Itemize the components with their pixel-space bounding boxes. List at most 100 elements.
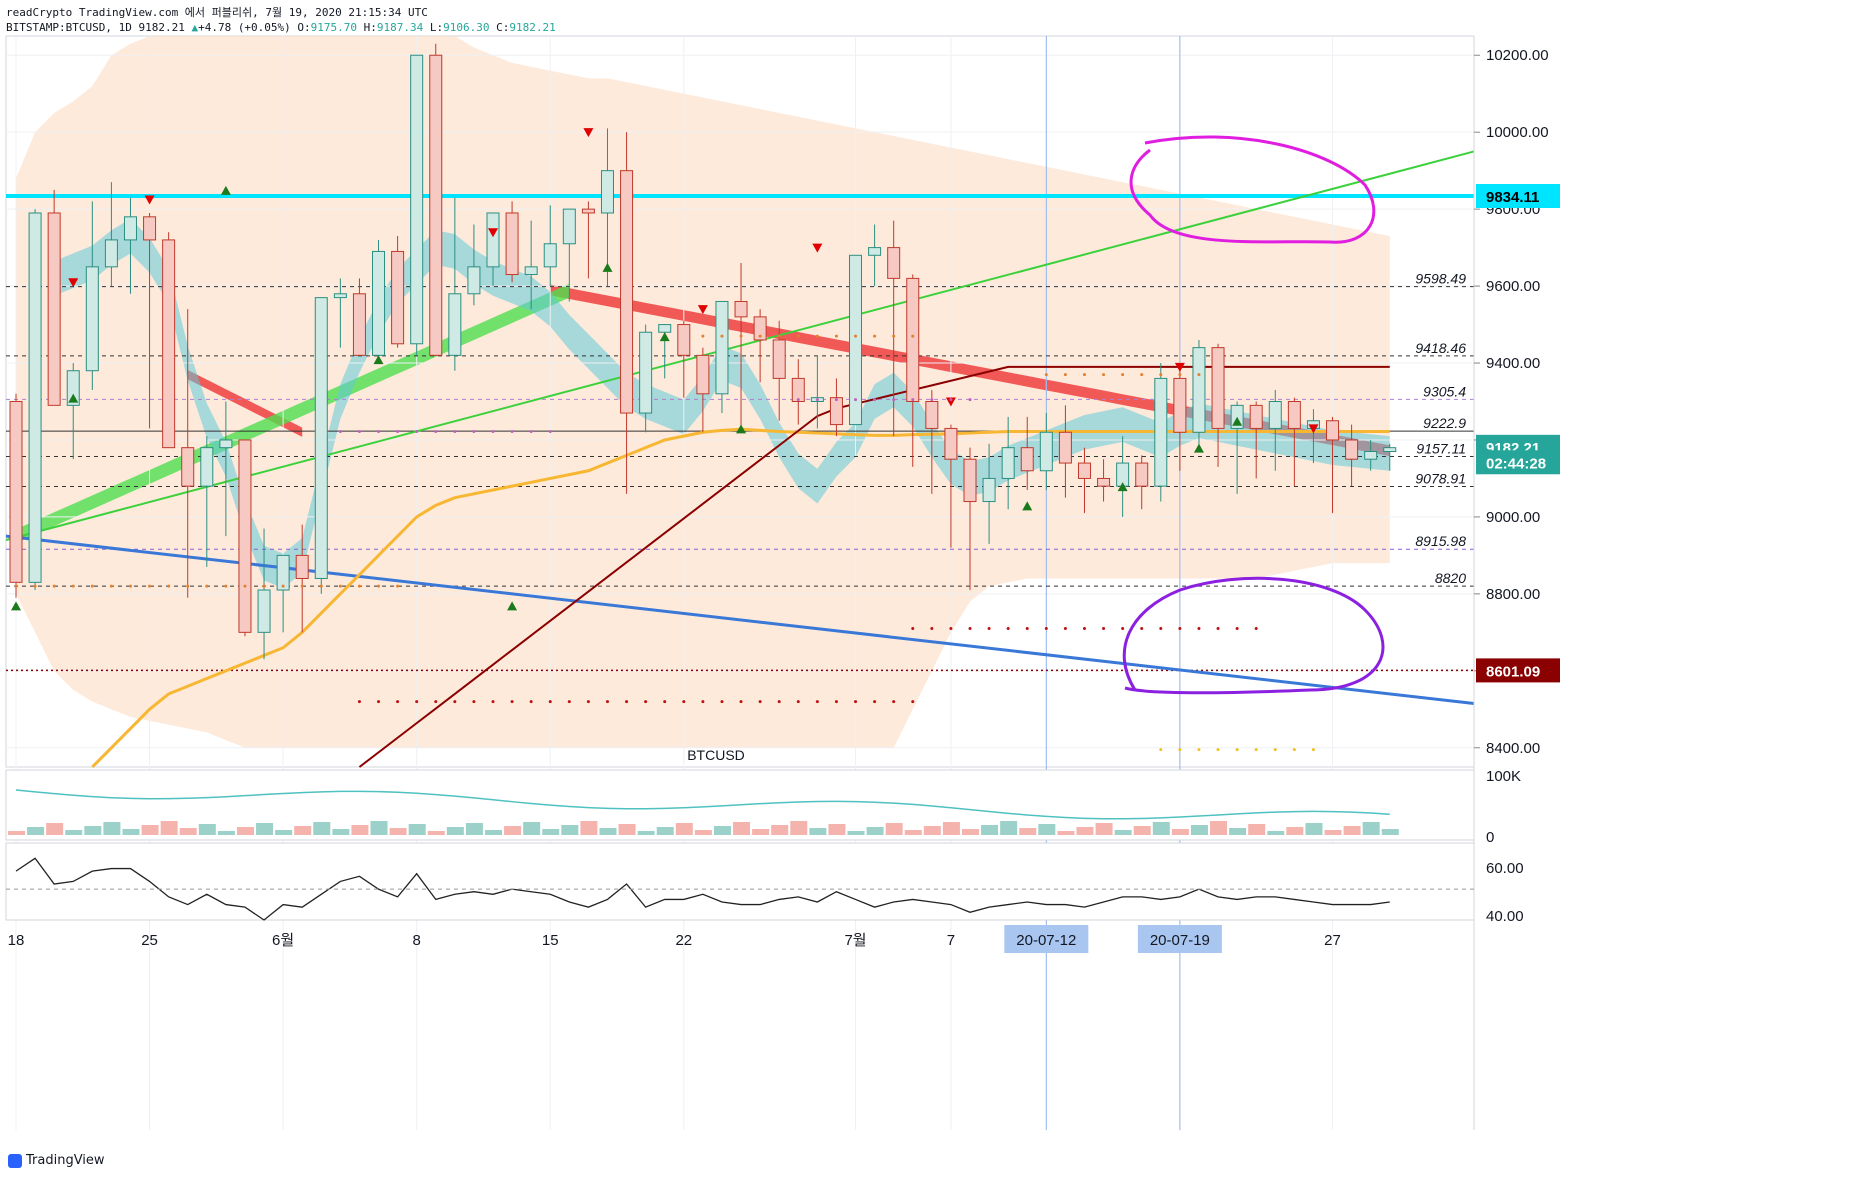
volume-bar [427, 831, 445, 835]
dot-marker [510, 430, 514, 434]
dot-marker [605, 700, 609, 704]
x-tick-label: 18 [8, 932, 25, 949]
candle [47, 189, 61, 406]
level-label: 9157.11 [1416, 440, 1466, 456]
volume-bar [446, 827, 464, 835]
dot-marker [396, 700, 400, 704]
volume-bar [179, 828, 197, 835]
level-label: 8915.98 [1415, 533, 1466, 549]
volume-bar [752, 829, 770, 835]
candle [28, 209, 42, 591]
volume-bar [923, 826, 941, 835]
candle [238, 439, 252, 637]
candle-body [734, 300, 748, 318]
candle [162, 232, 176, 449]
dot-marker [1121, 373, 1125, 377]
candle-body [9, 401, 23, 583]
volume-bar [981, 825, 999, 835]
y-tick-label: 8400.00 [1486, 740, 1540, 757]
dot-marker [1197, 373, 1201, 377]
price-chart[interactable]: 9598.49 9418.46 9305.4 9222.9 9157.11 9078.91… [0, 0, 1870, 1179]
dot-marker [396, 430, 400, 434]
volume-bar [103, 822, 121, 835]
volume-bar [1057, 831, 1075, 835]
dot-marker [453, 430, 457, 434]
dot-marker [262, 584, 266, 588]
candle-body [200, 447, 214, 487]
dot-marker [1178, 748, 1182, 752]
x-tick-label: 15 [542, 932, 559, 949]
level-label: 9418.46 [1415, 340, 1466, 356]
volume-bar [1133, 826, 1151, 835]
dot-marker [377, 430, 381, 434]
dot-marker [453, 700, 457, 704]
dot-marker [911, 626, 915, 630]
level-label: 8820 [1435, 570, 1466, 586]
price-badge: 02:44:28 [1476, 450, 1560, 475]
dot-marker [873, 334, 877, 338]
dot-marker [357, 700, 361, 704]
dot-marker [1140, 626, 1144, 630]
oscillator-tick-label: 40.00 [1486, 908, 1524, 925]
candle-body [1211, 347, 1225, 429]
dot-marker [949, 626, 953, 630]
volume-tick-label: 0 [1486, 829, 1494, 846]
volume-bar [1286, 827, 1304, 835]
x-tick-label: 20-07-19 [1150, 932, 1210, 949]
dot-marker [854, 334, 858, 338]
candle-body [868, 247, 882, 256]
candle-body [1268, 401, 1282, 429]
candle-body [1154, 377, 1168, 487]
volume-bar [1324, 830, 1342, 835]
volume-bar [1095, 823, 1113, 835]
dot-marker [1178, 373, 1182, 377]
dot-marker [682, 700, 686, 704]
candle [410, 54, 424, 356]
candle-body [352, 293, 366, 356]
volume-bar [942, 822, 960, 835]
tradingview-brand[interactable]: TradingView [8, 1153, 105, 1168]
x-tick: 18 [8, 932, 25, 949]
volume-bar [809, 828, 827, 835]
dot-marker [968, 626, 972, 630]
volume-bar [885, 823, 903, 835]
x-tick-label: 8 [413, 932, 421, 949]
dot-marker [701, 334, 705, 338]
dot-marker [434, 700, 438, 704]
y-tick-label: 8800.00 [1486, 586, 1540, 603]
volume-bar [65, 830, 83, 835]
dot-marker [1197, 748, 1201, 752]
volume-bar [1076, 827, 1094, 835]
dot-marker [586, 700, 590, 704]
dot-marker [968, 398, 972, 402]
dot-marker [815, 398, 819, 402]
dot-marker [739, 334, 743, 338]
level-label: 9078.91 [1415, 471, 1466, 487]
candle-body [639, 331, 653, 414]
volume-bar [256, 823, 274, 835]
candle-body [543, 243, 557, 268]
dot-marker [548, 430, 552, 434]
volume-bar [1152, 822, 1170, 835]
volume-bar [561, 825, 579, 835]
candle-body [391, 250, 405, 345]
volume-bar [675, 823, 693, 835]
price-badge-label: 8601.09 [1486, 663, 1540, 680]
dot-marker [1178, 626, 1182, 630]
candle-body [1345, 439, 1359, 460]
dot-marker [892, 334, 896, 338]
volume-bar [904, 830, 922, 835]
volume-bar [828, 824, 846, 835]
candle-body [372, 250, 386, 356]
candle-body [1192, 347, 1206, 433]
candle [505, 201, 519, 283]
candle [1154, 363, 1168, 502]
candle [9, 393, 23, 598]
dot-marker [224, 584, 228, 588]
dot-marker [1216, 748, 1220, 752]
dot-marker [377, 700, 381, 704]
x-tick-label: 22 [675, 932, 692, 949]
x-tick: 25 [141, 932, 158, 949]
candle-body [257, 589, 271, 633]
candle-body [486, 212, 500, 268]
